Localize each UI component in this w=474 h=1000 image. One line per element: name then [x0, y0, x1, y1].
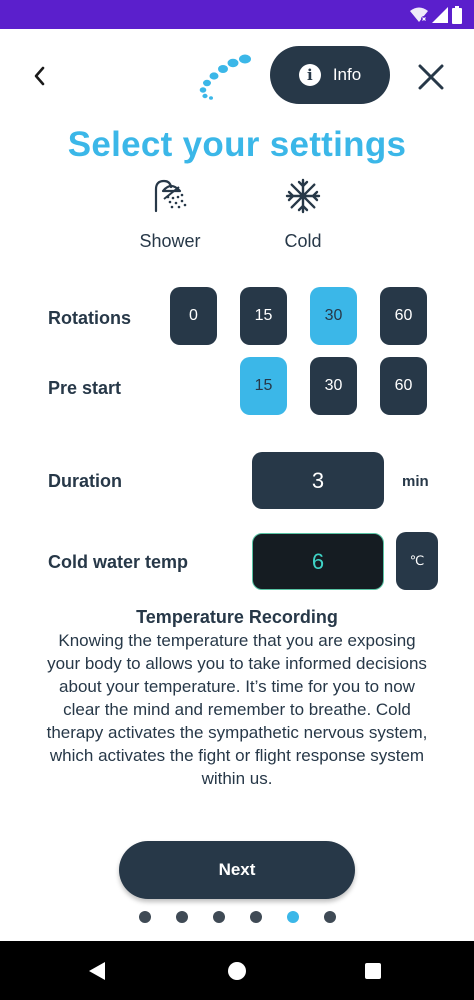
- cold-temp-label: Cold water temp: [48, 552, 189, 572]
- duration-unit: min: [402, 473, 429, 490]
- nav-recents-icon[interactable]: [365, 963, 381, 979]
- nav-home-icon[interactable]: [228, 962, 246, 980]
- pre-start-option-60[interactable]: 60: [380, 357, 427, 415]
- mode-cold[interactable]: Cold: [253, 175, 353, 252]
- pagination-dots: [139, 911, 336, 923]
- pagination-dot: [139, 911, 151, 923]
- pagination-dot: [176, 911, 188, 923]
- signal-icon: [432, 7, 448, 23]
- info-button[interactable]: i Info: [270, 46, 390, 104]
- mode-shower-label: Shower: [139, 231, 201, 251]
- page-title: Select your settings: [67, 125, 407, 164]
- settings-screen: i Info Select your settings Shower Cold …: [0, 29, 474, 941]
- pagination-dot-active: [287, 911, 299, 923]
- battery-icon: [452, 6, 462, 24]
- status-icons: [410, 5, 462, 25]
- info-icon: i: [298, 64, 321, 86]
- pre-start-option-30[interactable]: 30: [310, 357, 357, 415]
- next-button[interactable]: Next: [119, 841, 355, 899]
- rotation-option-15[interactable]: 15: [240, 287, 287, 345]
- snowflake-icon: [253, 175, 353, 217]
- info-body: Knowing the temperature that you are exp…: [46, 631, 428, 788]
- close-button[interactable]: [414, 60, 448, 94]
- pagination-dot: [213, 911, 225, 923]
- mode-cold-label: Cold: [284, 231, 322, 251]
- pagination-dot: [250, 911, 262, 923]
- wifi-icon: [410, 7, 428, 22]
- duration-field[interactable]: 3: [252, 452, 384, 509]
- info-button-label: Info: [332, 65, 362, 84]
- pre-start-option-15[interactable]: 15: [240, 357, 287, 415]
- cold-temp-field[interactable]: 6: [252, 533, 384, 590]
- water-drops-logo-icon: [196, 53, 256, 103]
- nav-back-icon[interactable]: [88, 961, 106, 981]
- pagination-dot: [324, 911, 336, 923]
- mode-shower[interactable]: Shower: [120, 175, 220, 252]
- rotation-option-60[interactable]: 60: [380, 287, 427, 345]
- back-button[interactable]: [24, 61, 54, 91]
- pre-start-label: Pre start: [48, 378, 122, 398]
- rotation-option-0[interactable]: 0: [170, 287, 217, 345]
- close-icon: [418, 64, 444, 90]
- temp-unit-button[interactable]: ℃: [396, 532, 438, 590]
- status-bar: [0, 0, 474, 29]
- rotations-label: Rotations: [48, 308, 131, 328]
- system-nav-bar: [0, 941, 474, 1000]
- duration-label: Duration: [48, 471, 122, 491]
- chevron-left-icon: [34, 66, 45, 86]
- info-title: Temperature Recording: [136, 607, 338, 627]
- rotation-option-30[interactable]: 30: [310, 287, 357, 345]
- shower-icon: [120, 175, 220, 217]
